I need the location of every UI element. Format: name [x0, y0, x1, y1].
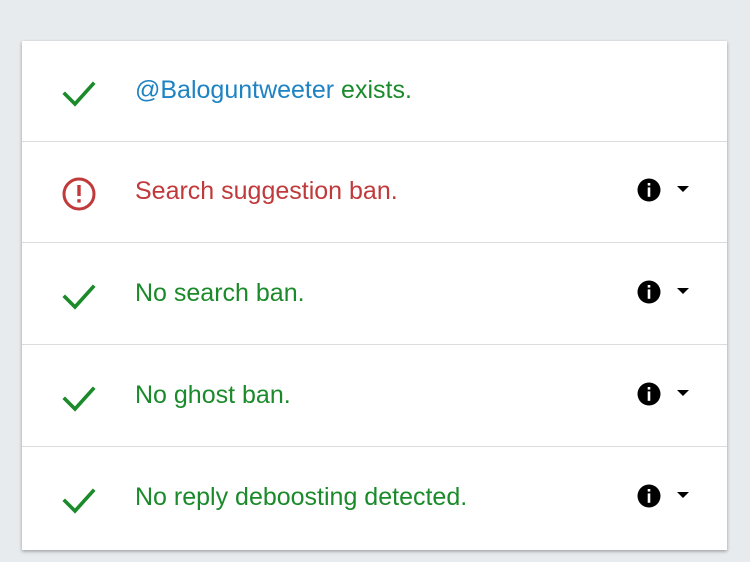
result-text: @Baloguntweeter exists.: [135, 74, 412, 106]
info-icon: [637, 280, 661, 304]
check-icon: [62, 488, 96, 514]
caret-down-icon: [677, 492, 689, 498]
result-text: Search suggestion ban.: [135, 177, 398, 205]
details-toggle-button[interactable]: [636, 381, 696, 407]
result-row-search-suggestion-ban: Search suggestion ban.: [22, 142, 727, 243]
result-row-reply-deboosting: No reply deboosting detected.: [22, 448, 727, 549]
account-handle-link[interactable]: @Baloguntweeter: [135, 76, 334, 104]
result-text: No search ban.: [135, 279, 305, 307]
result-row-exists: @Baloguntweeter exists.: [22, 41, 727, 142]
details-toggle-button[interactable]: [636, 483, 696, 509]
details-toggle-button[interactable]: [636, 177, 696, 203]
caret-down-icon: [677, 390, 689, 396]
result-text: No reply deboosting detected.: [135, 483, 468, 511]
exists-label: exists.: [334, 76, 412, 104]
info-icon: [637, 382, 661, 406]
alert-circle-icon: [62, 177, 96, 211]
check-icon: [62, 284, 96, 310]
info-icon: [637, 484, 661, 508]
results-card: @Baloguntweeter exists. Search suggestio…: [22, 41, 727, 550]
result-row-ghost-ban: No ghost ban.: [22, 346, 727, 447]
caret-down-icon: [677, 186, 689, 192]
caret-down-icon: [677, 288, 689, 294]
check-icon: [62, 81, 96, 107]
info-icon: [637, 178, 661, 202]
check-icon: [62, 386, 96, 412]
details-toggle-button[interactable]: [636, 279, 696, 305]
result-text: No ghost ban.: [135, 381, 291, 409]
result-row-search-ban: No search ban.: [22, 244, 727, 345]
